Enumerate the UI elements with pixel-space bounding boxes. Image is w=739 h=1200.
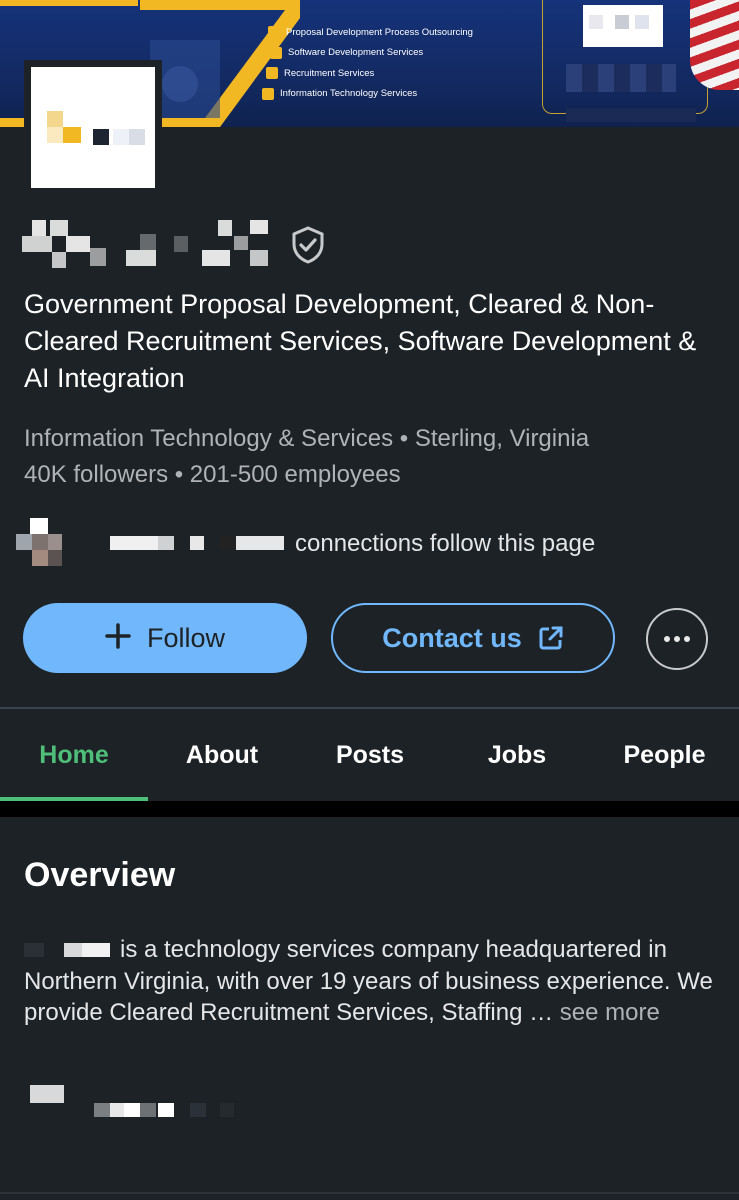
follow-button[interactable]: Follow (23, 603, 307, 673)
connections-follow-row[interactable]: connections follow this page (16, 518, 716, 568)
external-link-icon (539, 626, 563, 650)
code-icon (270, 46, 282, 59)
followers-employees[interactable]: 40K followers • 201-500 employees (24, 459, 401, 491)
industry-location: Information Technology & Services • Ster… (24, 425, 590, 452)
section-divider (0, 801, 739, 817)
tab-home[interactable]: Home (0, 709, 148, 801)
section-divider (0, 1192, 739, 1194)
connection-names (96, 536, 301, 550)
connection-avatar (16, 518, 66, 568)
banner-service-item: Proposal Development Process Outsourcing (268, 22, 473, 43)
more-options-button[interactable] (646, 608, 708, 670)
overview-heading: Overview (24, 856, 176, 894)
company-logo[interactable] (24, 60, 162, 195)
ellipsis-icon (664, 636, 690, 642)
banner-services-list: Proposal Development Process Outsourcing… (262, 22, 473, 104)
company-tagline: Government Proposal Development, Cleared… (24, 289, 697, 393)
document-icon (268, 26, 280, 39)
connections-follow-text: connections follow this page (295, 530, 596, 557)
banner-service-item: Software Development Services (270, 43, 473, 64)
plus-icon (105, 621, 131, 655)
page-tabs: Home About Posts Jobs People (0, 709, 739, 801)
see-more-link[interactable]: see more (560, 999, 660, 1026)
company-logo-image (31, 67, 155, 188)
blurred-content (30, 1085, 240, 1119)
tab-posts[interactable]: Posts (296, 709, 444, 801)
banner-service-item: Recruitment Services (266, 63, 473, 84)
tab-people[interactable]: People (590, 709, 739, 801)
contact-us-button[interactable]: Contact us (331, 603, 615, 673)
computer-icon (262, 87, 274, 100)
search-person-icon (266, 67, 278, 80)
blurred-text (566, 108, 696, 122)
blurred-text (566, 64, 676, 92)
overview-description: is a technology services company headqua… (24, 936, 713, 1026)
verified-shield-icon[interactable] (289, 225, 327, 265)
tab-jobs[interactable]: Jobs (444, 709, 590, 801)
company-page: Proposal Development Process Outsourcing… (0, 0, 739, 1200)
company-name (22, 220, 272, 268)
banner-service-item: Information Technology Services (262, 84, 473, 105)
flag-image (690, 0, 739, 90)
tab-about[interactable]: About (148, 709, 296, 801)
blurred-logo (583, 5, 663, 47)
